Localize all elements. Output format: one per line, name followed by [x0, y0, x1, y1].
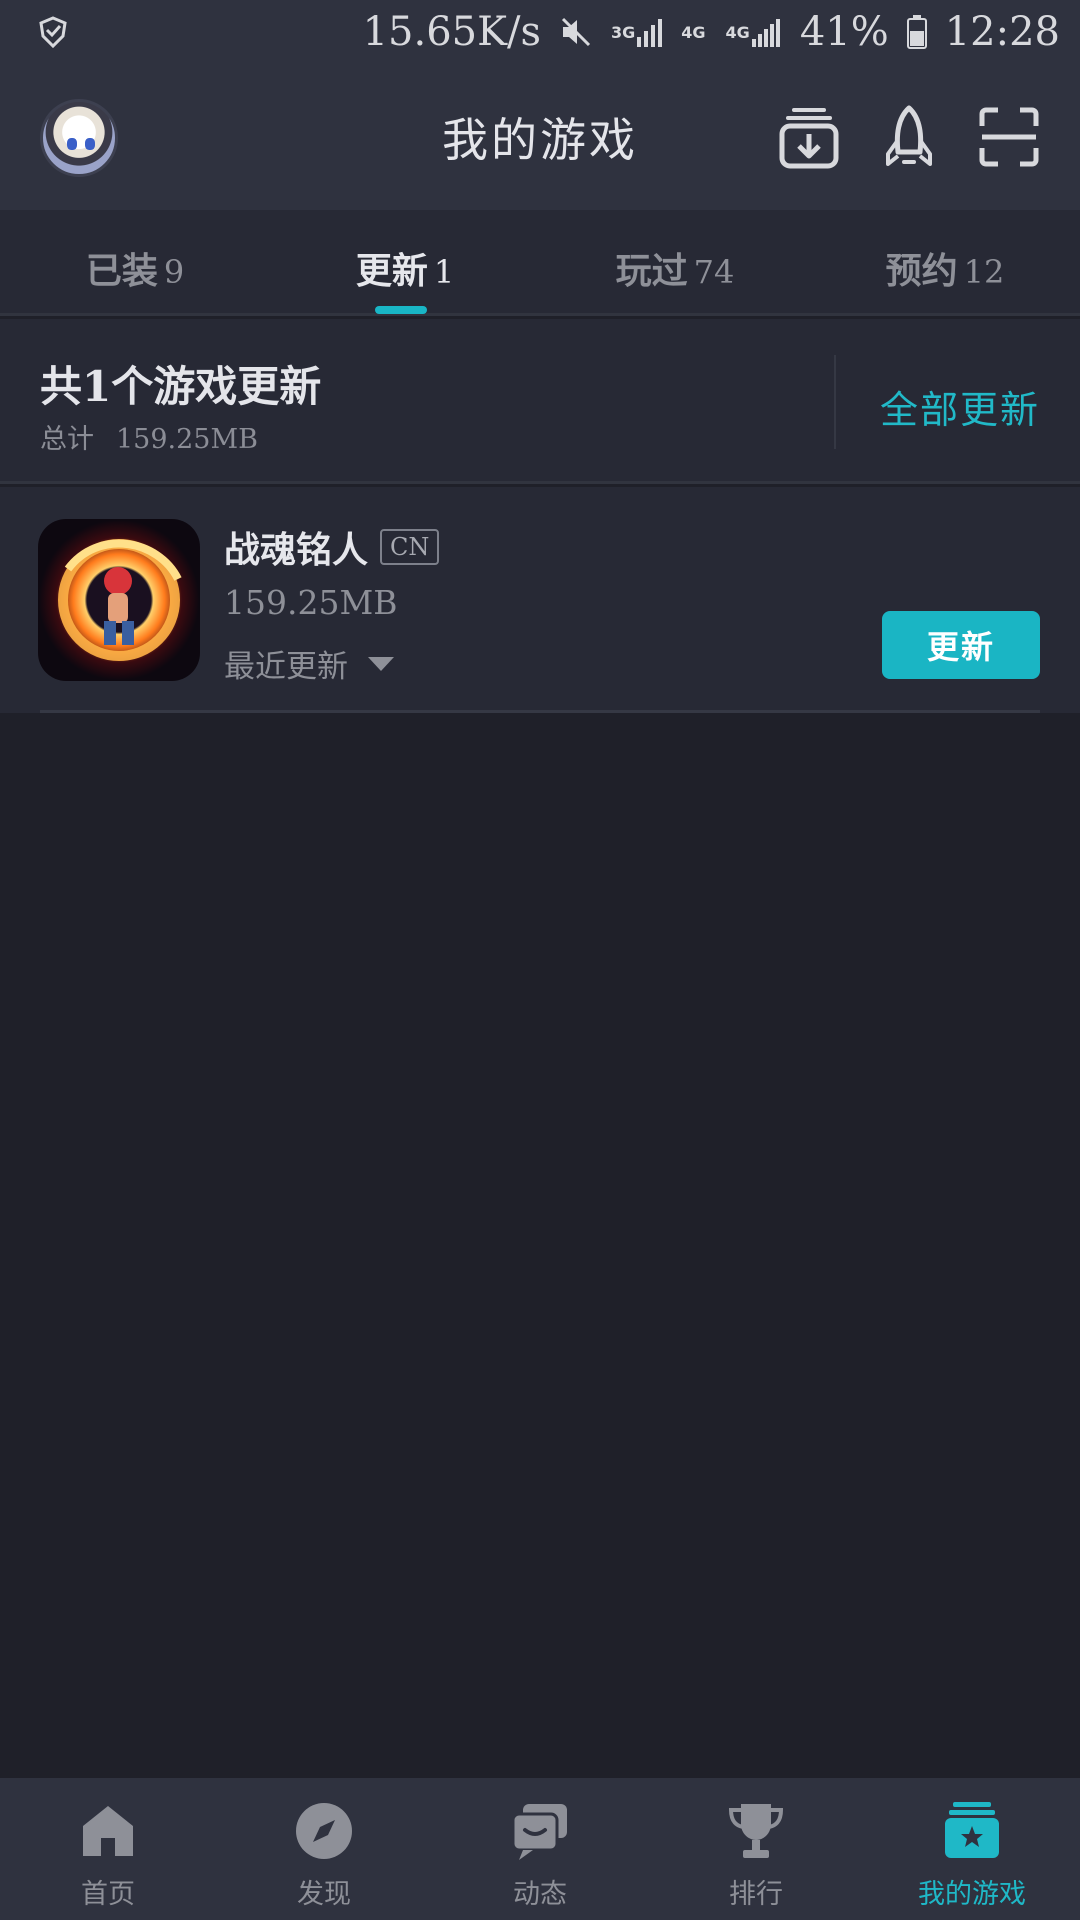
active-tab-indicator — [375, 306, 427, 314]
game-name: 战魂铭人 — [224, 529, 369, 571]
update-button[interactable]: 更新 — [882, 611, 1040, 679]
rocket-icon[interactable] — [876, 104, 942, 170]
tab-played[interactable]: 玩过 74 — [540, 210, 810, 313]
recent-update-toggle[interactable]: 最近更新 — [224, 641, 394, 686]
nav-label: 发现 — [297, 1879, 351, 1910]
tab-installed[interactable]: 已装 9 — [0, 210, 270, 313]
game-size: 159.25MB — [224, 583, 398, 622]
download-manager-icon[interactable] — [776, 104, 842, 170]
game-stack-icon — [945, 1802, 999, 1858]
nav-label: 动态 — [513, 1879, 567, 1910]
signal-3g-icon: 3G — [611, 17, 663, 47]
nav-ranking[interactable]: 排行 — [648, 1778, 864, 1920]
compass-icon — [296, 1803, 352, 1859]
nav-label: 首页 — [81, 1879, 135, 1910]
trophy-icon — [728, 1804, 784, 1858]
tab-updates[interactable]: 更新 1 — [270, 210, 540, 314]
game-icon[interactable] — [38, 519, 200, 681]
shield-icon — [38, 16, 68, 48]
divider — [834, 355, 836, 449]
clock: 12:28 — [944, 9, 1060, 55]
tab-label: 玩过 — [615, 250, 688, 292]
tab-count: 74 — [693, 253, 735, 291]
app-header: 我的游戏 — [0, 64, 1080, 210]
tab-label: 更新 — [355, 250, 428, 292]
nav-label: 排行 — [729, 1879, 783, 1910]
home-icon — [83, 1806, 133, 1856]
nav-feed[interactable]: 动态 — [432, 1778, 648, 1920]
nav-discover[interactable]: 发现 — [216, 1778, 432, 1920]
network-speed: 15.65K/s — [362, 9, 542, 55]
tab-bar: 已装 9 更新 1 玩过 74 预约 12 — [0, 210, 1080, 316]
tab-reserved[interactable]: 预约 12 — [810, 210, 1080, 313]
signal-4g-icon: 4G — [726, 17, 782, 47]
battery-icon — [906, 15, 927, 49]
tab-count: 9 — [163, 253, 185, 291]
status-bar: 15.65K/s 3G 4G 4G 41% 12:28 — [0, 0, 1080, 64]
nav-label: 我的游戏 — [918, 1879, 1026, 1910]
divider — [40, 710, 1040, 713]
chevron-down-icon — [368, 656, 394, 671]
tab-count: 1 — [433, 253, 455, 291]
battery-percent: 41% — [799, 9, 889, 55]
tab-count: 12 — [963, 253, 1005, 291]
mute-icon — [559, 15, 593, 49]
recent-update-label: 最近更新 — [224, 649, 348, 685]
signal-4g-arrows-icon: 4G — [681, 22, 706, 42]
list-item[interactable]: 战魂铭人 CN 159.25MB 最近更新 更新 — [0, 487, 1080, 713]
tab-label: 已装 — [85, 250, 158, 292]
update-summary: 共1个游戏更新 总计 159.25MB 全部更新 — [0, 319, 1080, 484]
update-all-button[interactable]: 全部更新 — [880, 379, 1040, 434]
total-size: 159.25MB — [116, 424, 258, 455]
game-title: 战魂铭人 CN — [224, 521, 440, 573]
summary-title: 共1个游戏更新 — [40, 362, 322, 411]
region-badge: CN — [380, 529, 440, 565]
scan-icon[interactable] — [976, 104, 1042, 170]
bottom-navigation: 首页 发现 动态 排行 我的游戏 — [0, 1778, 1080, 1920]
chat-icon — [511, 1804, 567, 1860]
summary-total: 总计 159.25MB — [40, 417, 258, 456]
nav-my-games[interactable]: 我的游戏 — [864, 1778, 1080, 1920]
tab-label: 预约 — [885, 250, 958, 292]
total-label: 总计 — [40, 424, 94, 455]
nav-home[interactable]: 首页 — [0, 1778, 216, 1920]
